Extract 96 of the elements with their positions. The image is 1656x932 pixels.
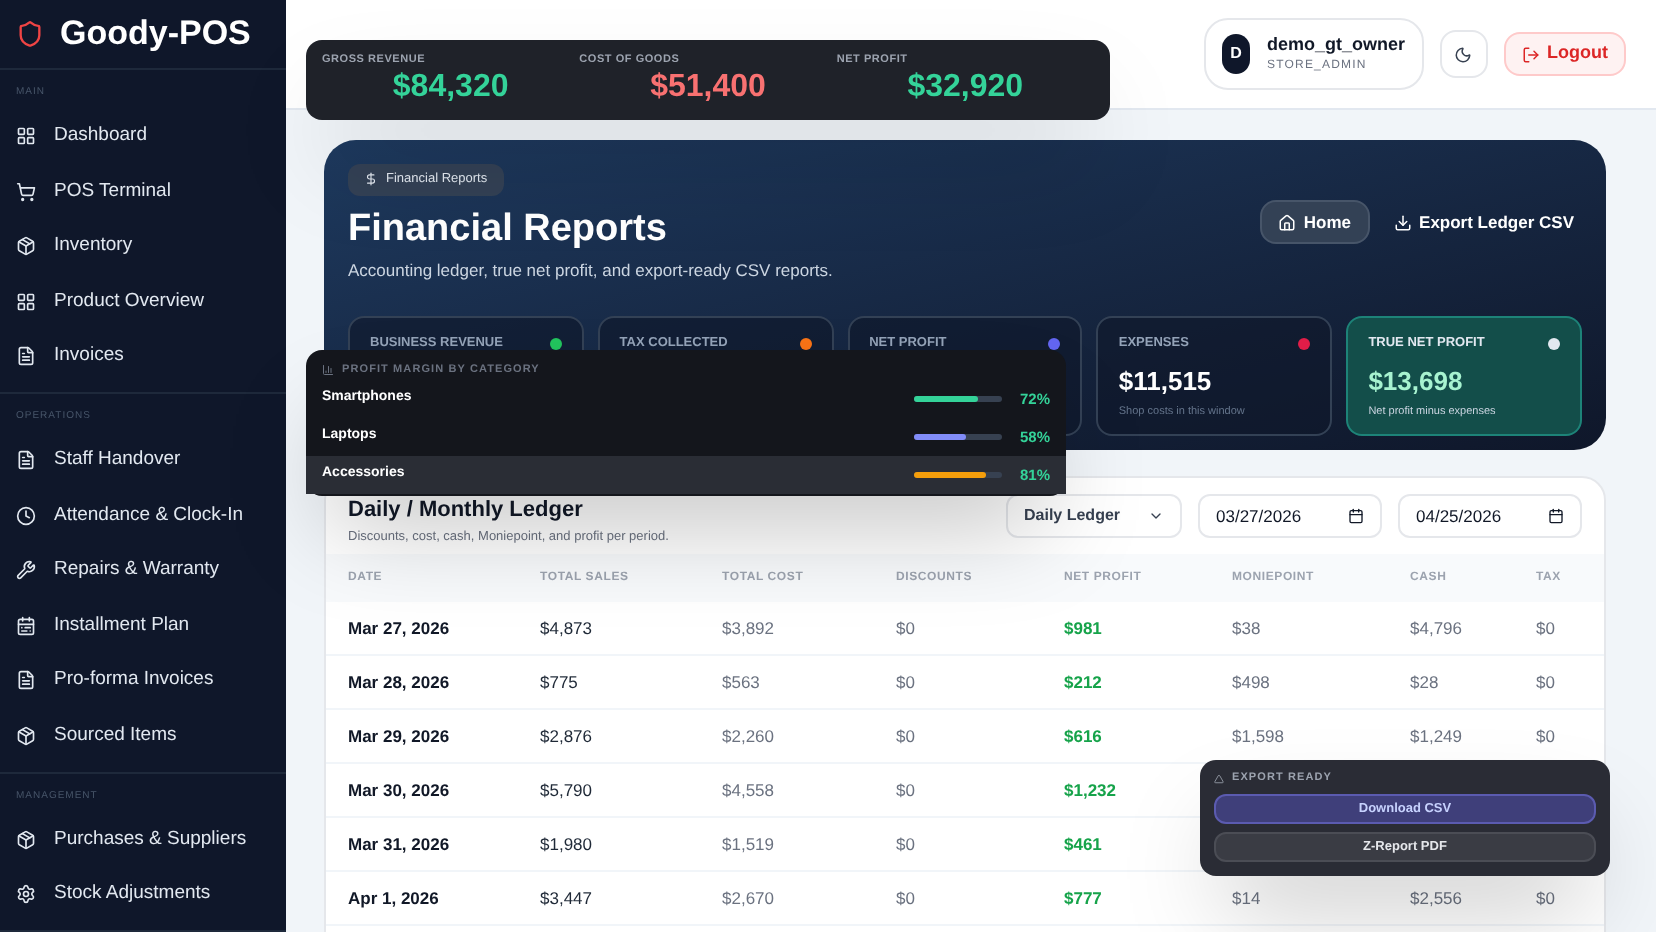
calendar-icon — [1548, 508, 1564, 524]
table-cell: $4,558 — [722, 777, 774, 804]
table-cell: $14 — [1232, 885, 1261, 912]
summary-value: $32,920 — [907, 68, 1024, 109]
table-cell: Mar 27, 2026 — [348, 615, 450, 642]
theme-toggle-button[interactable] — [1439, 30, 1487, 78]
sidebar-item[interactable]: Purchases & Suppliers — [0, 812, 286, 867]
logout-icon — [1521, 45, 1539, 63]
cart-icon — [16, 181, 36, 202]
table-cell: Mar 31, 2026 — [348, 831, 450, 858]
table-cell: $1,598 — [1232, 723, 1284, 750]
table-cell: $777 — [1064, 885, 1102, 912]
table-cell: $28 — [1410, 669, 1439, 696]
brand-name: Goody-POS — [60, 12, 251, 57]
calendar-icon — [1348, 508, 1364, 524]
table-cell: $38 — [1232, 615, 1261, 642]
download-icon — [1393, 213, 1412, 231]
chart-icon — [322, 364, 334, 376]
page-subtitle: Accounting ledger, true net profit, and export-ready CSV reports. — [348, 258, 833, 284]
clock-icon — [16, 505, 36, 526]
export-ledger-button[interactable]: Export Ledger CSV — [1393, 200, 1582, 244]
shield-icon — [16, 20, 44, 48]
table-cell: $4,796 — [1410, 615, 1462, 642]
table-cell: $3,447 — [540, 885, 592, 912]
box-icon — [16, 236, 36, 257]
gear-icon — [16, 884, 36, 905]
table-cell: Mar 28, 2026 — [348, 669, 450, 696]
sidebar-item[interactable]: Dashboard — [0, 109, 286, 164]
document-icon — [16, 346, 36, 367]
avatar: D — [1221, 34, 1251, 74]
table-cell: $2,670 — [722, 885, 774, 912]
table-cell: $2,556 — [1410, 885, 1462, 912]
table-cell: $0 — [896, 723, 915, 750]
grid-icon — [16, 291, 36, 312]
sidebar-item[interactable]: Installment Plan — [0, 598, 286, 653]
table-cell: $212 — [1064, 669, 1102, 696]
box-icon — [16, 725, 36, 746]
user-name: demo_gt_owner — [1266, 31, 1405, 58]
table-cell: $0 — [1536, 723, 1555, 750]
table-cell: $775 — [540, 669, 578, 696]
document-icon — [16, 670, 36, 691]
table-cell: $1,249 — [1410, 723, 1462, 750]
ledger-title: Daily / Monthly Ledger — [348, 496, 585, 526]
table-cell: $0 — [896, 777, 915, 804]
summary-value: $84,320 — [392, 68, 509, 109]
table-cell: $498 — [1232, 669, 1270, 696]
page-title: Financial Reports — [348, 205, 669, 254]
table-cell: $0 — [896, 885, 915, 912]
sidebar-item[interactable]: POS Terminal — [0, 164, 286, 219]
sidebar-item[interactable]: Stock Adjustments — [0, 867, 286, 922]
table-cell: $2,260 — [722, 723, 774, 750]
sidebar-item[interactable]: Product Overview — [0, 274, 286, 329]
table-cell: $1,980 — [540, 831, 592, 858]
summary-value: $51,400 — [650, 68, 766, 109]
table-cell: $0 — [1536, 615, 1555, 642]
table-cell: $0 — [896, 669, 915, 696]
dollar-icon — [364, 172, 378, 187]
chevron-down-icon — [1148, 508, 1164, 524]
table-cell: $1,232 — [1064, 777, 1116, 804]
table-cell: $5,790 — [540, 777, 592, 804]
grid-icon — [16, 126, 36, 147]
sidebar-item[interactable]: Attendance & Clock-In — [0, 488, 286, 543]
sidebar-item[interactable]: Inventory — [0, 219, 286, 274]
wrench-icon — [16, 560, 36, 581]
sidebar-item[interactable]: Staff Handover — [0, 433, 286, 488]
stat-value: $11,515 — [1118, 363, 1214, 400]
sidebar-item[interactable]: Repairs & Warranty — [0, 543, 286, 598]
table-cell: $0 — [896, 615, 915, 642]
table-cell: $616 — [1064, 723, 1102, 750]
home-icon — [1277, 213, 1296, 231]
table-cell: $0 — [1536, 669, 1555, 696]
calendar-icon — [16, 615, 36, 636]
table-cell: Mar 29, 2026 — [348, 723, 450, 750]
date-input[interactable]: 03/27/2026 — [1198, 494, 1382, 538]
box-icon — [16, 829, 36, 850]
sidebar-item[interactable]: Sourced Items — [0, 708, 286, 763]
sidebar-item[interactable]: Pro-forma Invoices — [0, 653, 286, 708]
stat-value: $13,698 — [1368, 363, 1465, 400]
table-cell: $0 — [1536, 885, 1555, 912]
moon-icon — [1454, 45, 1472, 63]
triangle-icon — [1214, 773, 1224, 784]
document-icon — [16, 450, 36, 471]
table-cell: $0 — [896, 831, 915, 858]
table-cell: $461 — [1064, 831, 1102, 858]
table-cell: Mar 30, 2026 — [348, 777, 450, 804]
table-cell: $981 — [1064, 615, 1102, 642]
table-cell: $563 — [722, 669, 760, 696]
table-cell: $3,892 — [722, 615, 774, 642]
table-cell: $2,876 — [540, 723, 592, 750]
table-cell: Apr 1, 2026 — [348, 885, 439, 912]
date-input[interactable]: 04/25/2026 — [1398, 494, 1582, 538]
sidebar-item[interactable]: Invoices — [0, 329, 286, 384]
home-button[interactable]: Home — [1259, 200, 1370, 244]
table-cell: $1,519 — [722, 831, 774, 858]
logout-button[interactable]: Logout — [1503, 32, 1626, 76]
table-cell: $4,873 — [540, 615, 592, 642]
